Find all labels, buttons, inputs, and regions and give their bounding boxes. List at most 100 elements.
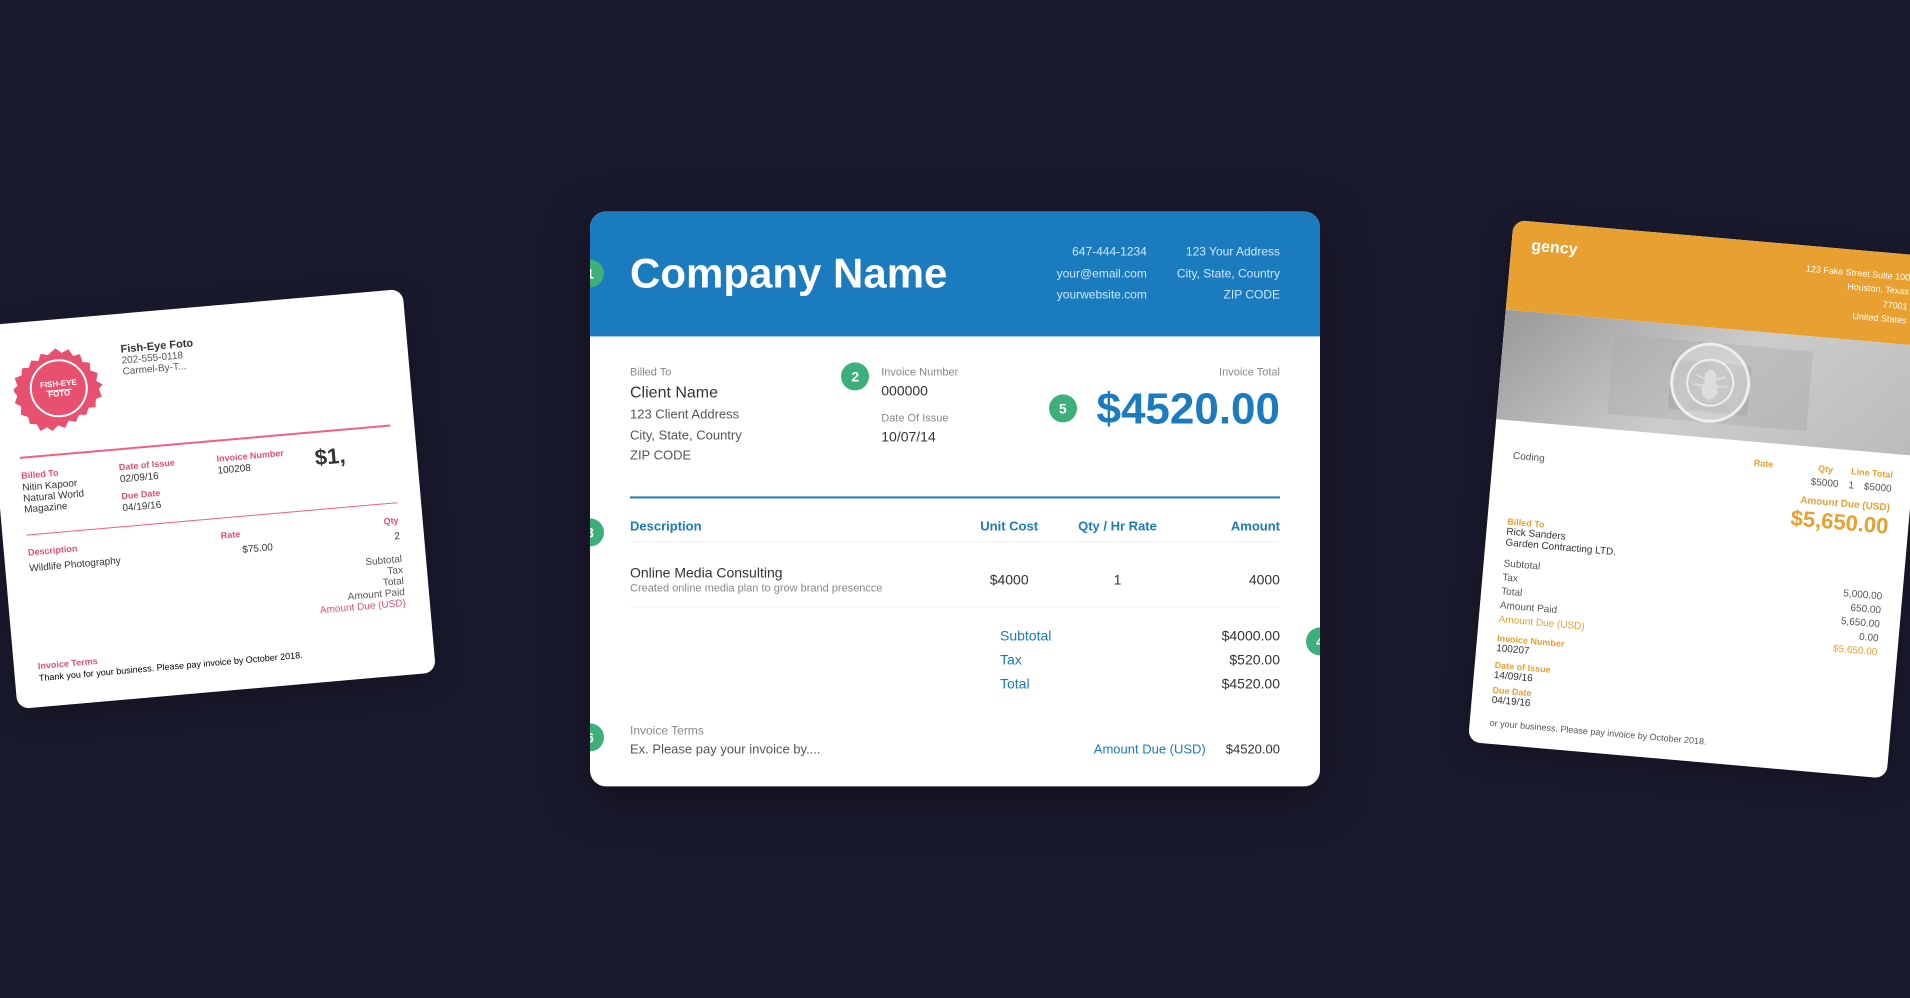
row-amount: 4000	[1172, 565, 1280, 595]
right-rate-header: Rate	[1723, 455, 1774, 469]
totals-grid: Subtotal $4000.00 Tax $520.00 Total $452…	[1000, 628, 1280, 700]
center-terms-section: 6 Invoice Terms Ex. Please pay your invo…	[630, 724, 1280, 757]
center-table-row: Online Media Consulting Created online m…	[630, 553, 1280, 608]
terms-amount-due-value: $4520.00	[1226, 742, 1280, 757]
tax-row: Tax $520.00	[1000, 652, 1280, 668]
right-amount-due-usd-value: $5,650.00	[1833, 643, 1878, 658]
tax-value: $520.00	[1229, 652, 1280, 668]
row-desc-sub: Created online media plan to grow brand …	[630, 583, 955, 595]
badge-4: 4	[1306, 628, 1320, 656]
center-website: yourwebsite.com	[1057, 285, 1147, 307]
terms-label: Invoice Terms	[630, 724, 1280, 738]
right-agency-name: gency	[1531, 238, 1579, 260]
row-desc-title: Online Media Consulting	[630, 565, 955, 581]
center-header-right: 647-444-1234 your@email.com yourwebsite.…	[1057, 241, 1280, 306]
left-rate-header: Rate	[220, 529, 240, 541]
center-client-addr2: City, State, Country	[630, 425, 851, 446]
center-contact-col2: 123 Your Address City, State, Country ZI…	[1177, 241, 1280, 306]
right-line-total-value: $5000	[1863, 481, 1892, 494]
total-row: Total $4520.00	[1000, 676, 1280, 692]
left-logo-area: FISH-EYE FOTO Fish-Eye Foto 202-555-0118…	[10, 315, 388, 437]
right-qty-value: 1	[1848, 480, 1855, 491]
right-total-value: 5,650.00	[1840, 616, 1880, 630]
subtotal-label: Subtotal	[1000, 628, 1051, 644]
subtotal-row: Subtotal $4000.00	[1000, 628, 1280, 644]
center-company-name: Company Name	[630, 250, 947, 298]
right-subtotal-label: Subtotal	[1503, 558, 1541, 572]
right-amount-paid-label: Amount Paid	[1499, 600, 1557, 616]
terms-amount-due: Amount Due (USD) $4520.00	[1094, 742, 1280, 757]
total-value: $4520.00	[1222, 676, 1280, 692]
center-client-name: Client Name	[630, 384, 851, 402]
right-line-total-header: Line Total	[1843, 465, 1894, 479]
center-client-addr3: ZIP CODE	[630, 446, 851, 467]
center-phone: 647-444-1234	[1057, 241, 1147, 263]
center-addr2: City, State, Country	[1177, 263, 1280, 285]
right-qty-header: Qty	[1783, 460, 1834, 474]
center-inv-num-label: Invoice Number	[881, 366, 1029, 378]
right-rate-value: $5000	[1810, 476, 1839, 489]
left-amount-group: $1,	[314, 438, 396, 497]
right-header-addr: 123 Fake Street Suite 100 Houston, Texas…	[1802, 262, 1910, 328]
right-total-label: Total	[1501, 586, 1523, 599]
desc-col-header: Description	[630, 519, 955, 534]
left-date-group: Date of Issue 02/09/16 Due Date 04/19/16	[118, 456, 200, 515]
center-contact-col1: 647-444-1234 your@email.com yourwebsite.…	[1057, 241, 1147, 306]
left-desc-header: Description	[28, 543, 78, 557]
badge-1: 1	[590, 260, 604, 288]
badge-5: 5	[1049, 394, 1077, 422]
bug-icon	[1683, 355, 1737, 409]
center-invoice-info: 2 Invoice Number 000000 Date Of Issue 10…	[881, 366, 1029, 466]
right-invoice: gency 123 Fake Street Suite 100 Houston,…	[1468, 220, 1910, 778]
right-subtotal-value: 5,000.00	[1843, 588, 1883, 602]
left-terms: Invoice Terms Thank you for your busines…	[37, 629, 410, 683]
left-amount-value: $1,	[314, 438, 394, 471]
right-tax-label: Tax	[1502, 572, 1518, 584]
total-label: Total	[1000, 676, 1030, 692]
left-line-rate: $75.00	[242, 542, 273, 556]
right-body: Rate Qty Line Total Coding $5000 1 $5000…	[1468, 419, 1910, 778]
center-addr3: ZIP CODE	[1177, 285, 1280, 307]
center-inv-num-value: 000000	[881, 382, 1029, 398]
qty-col-header: Qty / Hr Rate	[1063, 519, 1171, 534]
center-total-amount: $4520.00	[1059, 384, 1280, 434]
center-date-label: Date Of Issue	[881, 412, 1029, 424]
center-totals-section: 4 Subtotal $4000.00 Tax $520.00 Total $4…	[630, 628, 1280, 700]
center-total-area: 5 Invoice Total $4520.00	[1059, 366, 1280, 466]
center-table-container: 3 Description Unit Cost Qty / Hr Rate Am…	[630, 519, 1280, 608]
right-tax-value: 650.00	[1850, 602, 1881, 616]
terms-amount-due-label: Amount Due (USD)	[1094, 742, 1206, 757]
center-table-header: Description Unit Cost Qty / Hr Rate Amou…	[630, 519, 1280, 543]
row-qty: 1	[1063, 565, 1171, 595]
row-desc: Online Media Consulting Created online m…	[630, 565, 955, 595]
center-body: Billed To Client Name 123 Client Address…	[590, 336, 1320, 786]
tax-label: Tax	[1000, 652, 1022, 668]
left-header-info: Fish-Eye Foto 202-555-0118 Carmel-By-T..…	[120, 331, 196, 377]
unit-col-header: Unit Cost	[955, 519, 1063, 534]
left-invoice: FISH-EYE FOTO Fish-Eye Foto 202-555-0118…	[0, 289, 436, 709]
fish-eye-logo: FISH-EYE FOTO	[10, 340, 108, 438]
center-client-addr1: 123 Client Address	[630, 404, 851, 425]
terms-text: Ex. Please pay your invoice by....	[630, 742, 821, 757]
center-email: your@email.com	[1057, 263, 1147, 285]
center-billed-label: Billed To	[630, 366, 851, 378]
left-billed-group: Billed To Nitin Kapoor Natural World Mag…	[21, 464, 103, 523]
badge-6: 6	[590, 724, 604, 752]
left-line-qty: 2	[394, 531, 401, 542]
left-invoice-num-group: Invoice Number 100208	[216, 447, 298, 506]
center-addr1: 123 Your Address	[1177, 241, 1280, 263]
left-qty-header: Qty	[383, 515, 399, 526]
row-unit-cost: $4000	[955, 565, 1063, 595]
amt-col-header: Amount	[1172, 519, 1280, 534]
center-billed-section: Billed To Client Name 123 Client Address…	[630, 366, 851, 466]
right-amount-paid-value: 0.00	[1859, 631, 1879, 644]
left-line-desc: Wildlife Photography	[29, 556, 121, 575]
badge-2: 2	[841, 362, 869, 390]
badge-3: 3	[590, 519, 604, 547]
subtotal-value: $4000.00	[1222, 628, 1280, 644]
center-header: 1 Company Name 647-444-1234 your@email.c…	[590, 211, 1320, 336]
center-divider	[630, 497, 1280, 499]
center-invoice: 1 Company Name 647-444-1234 your@email.c…	[590, 211, 1320, 786]
right-coding-label: Coding	[1513, 450, 1546, 464]
center-total-label: Invoice Total	[1059, 366, 1280, 378]
